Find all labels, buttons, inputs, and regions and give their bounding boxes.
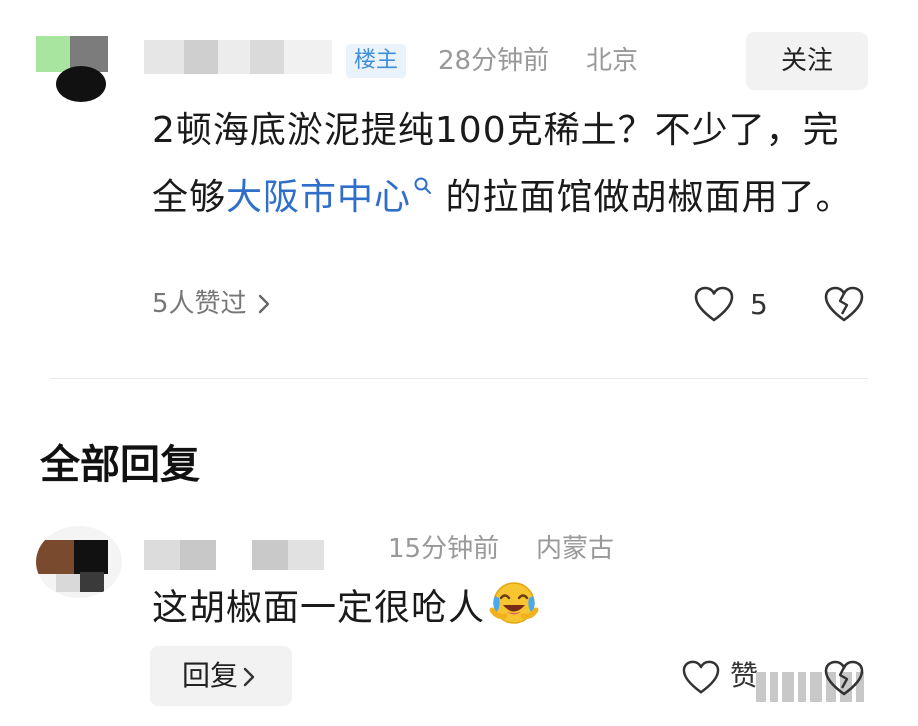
search-link-text[interactable]: 大阪市中心: [226, 177, 411, 218]
reply-text: 这胡椒面一定很呛人: [152, 587, 486, 629]
avatar-mosaic-block: [36, 36, 70, 72]
broken-heart-icon[interactable]: [824, 660, 864, 698]
section-title: 全部回复: [40, 442, 200, 488]
laughing-crying-emoji-icon: [489, 576, 539, 643]
username-mosaic: [180, 540, 216, 570]
comment-text-part: 的拉面馆做胡椒面用了。: [445, 177, 853, 218]
username-mosaic: [284, 40, 332, 74]
like-count: 5: [750, 288, 768, 321]
avatar-mosaic-block: [56, 574, 80, 592]
divider: [50, 378, 868, 379]
reply-location: 内蒙古: [536, 534, 615, 564]
broken-heart-icon[interactable]: [824, 286, 864, 324]
comment-body: 2顿海底淤泥提纯100克稀土？不少了，完全够大阪市中心 的拉面馆做胡椒面用了。: [152, 104, 872, 225]
comment-location: 北京: [586, 46, 639, 76]
reply-button-label[interactable]: 回复: [182, 659, 238, 692]
reply-body: 这胡椒面一定很呛人: [152, 576, 539, 643]
comment-thread-page: 楼主 28分钟前 北京 关注 2顿海底淤泥提纯100克稀土？不少了，完全够大阪市…: [0, 0, 918, 726]
username-mosaic: [218, 40, 250, 74]
follow-button[interactable]: 关注: [746, 32, 868, 90]
op-badge: 楼主: [346, 44, 407, 78]
search-icon: [413, 158, 433, 212]
username-mosaic: [288, 540, 324, 570]
username-mosaic: [144, 540, 180, 570]
liked-by-link[interactable]: 5人赞过: [152, 286, 271, 322]
chevron-right-icon: [242, 659, 256, 692]
heart-icon[interactable]: [694, 286, 734, 324]
liked-by-label[interactable]: 5人赞过: [152, 289, 247, 319]
username-mosaic: [184, 40, 218, 74]
replier-avatar[interactable]: [36, 526, 122, 598]
username-mosaic: [250, 40, 284, 74]
commenter-avatar[interactable]: [36, 36, 120, 102]
username-mosaic: [252, 540, 288, 570]
reply-time: 15分钟前: [388, 534, 500, 564]
avatar-mosaic-block: [36, 540, 74, 574]
comment-time: 28分钟前: [438, 46, 550, 76]
avatar-mosaic-block: [74, 540, 108, 574]
search-link[interactable]: 大阪市中心: [226, 177, 433, 218]
avatar-silhouette: [56, 66, 106, 102]
like-label[interactable]: 赞: [730, 656, 758, 696]
avatar-mosaic-block: [80, 572, 104, 592]
username-mosaic: [144, 40, 184, 74]
reply-button[interactable]: 回复: [150, 646, 292, 706]
heart-icon[interactable]: [682, 660, 720, 696]
chevron-right-icon: [257, 289, 271, 319]
